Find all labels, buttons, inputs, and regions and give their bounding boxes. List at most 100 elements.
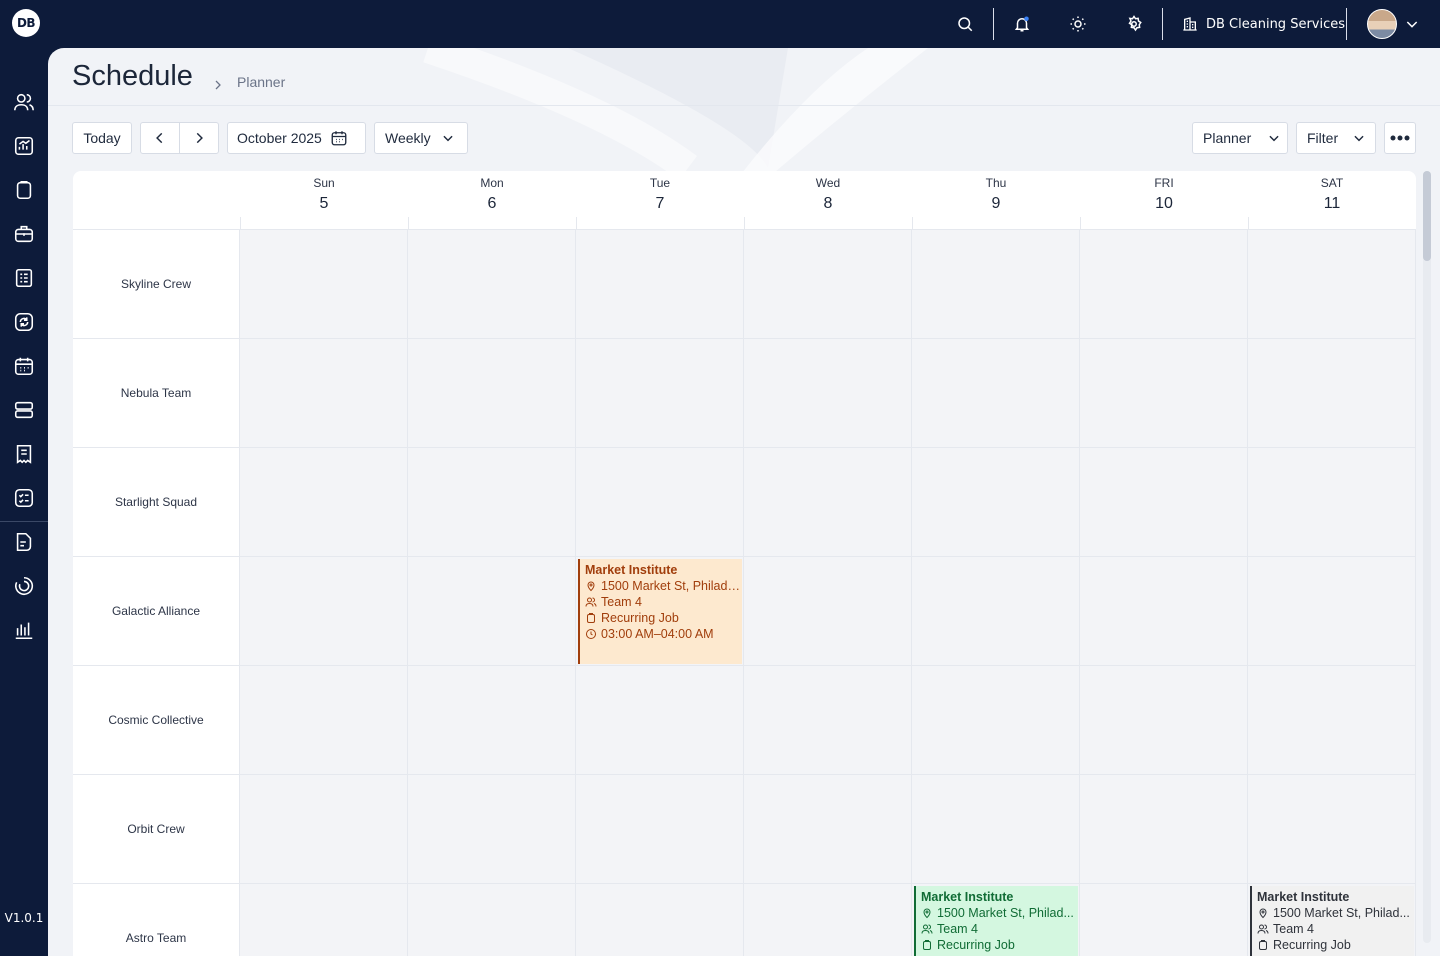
day-header[interactable]: SAT 11 <box>1248 171 1416 229</box>
schedule-cell[interactable] <box>912 666 1080 775</box>
scrollbar-track[interactable] <box>1423 171 1431 943</box>
day-number: 10 <box>1155 195 1173 212</box>
company-switcher[interactable]: DB Cleaning Services <box>1182 12 1345 36</box>
schedule-cell[interactable] <box>744 448 912 557</box>
schedule-cell[interactable] <box>408 448 576 557</box>
schedule-cell[interactable] <box>744 775 912 884</box>
team-icon <box>921 924 933 934</box>
schedule-cell[interactable] <box>408 666 576 775</box>
schedule-cell[interactable] <box>576 339 744 448</box>
bar-chart-icon[interactable] <box>12 618 36 642</box>
today-button[interactable]: Today <box>72 122 132 154</box>
sun-icon[interactable] <box>1066 12 1090 36</box>
avatar[interactable] <box>1367 9 1397 39</box>
schedule-cell[interactable] <box>240 448 408 557</box>
file-edit-icon[interactable] <box>12 530 36 554</box>
schedule-cell[interactable] <box>1248 230 1416 339</box>
day-header[interactable]: Tue 7 <box>576 171 744 229</box>
chevron-down-icon[interactable] <box>1404 16 1420 32</box>
app-logo[interactable]: DB <box>12 9 40 37</box>
checklist-icon[interactable] <box>12 486 36 510</box>
clipboard-icon <box>587 613 595 623</box>
schedule-cell[interactable] <box>240 666 408 775</box>
briefcase-icon[interactable] <box>12 222 36 246</box>
schedule-cell[interactable] <box>912 230 1080 339</box>
week-calendar: Sun 5 Mon 6 Tue 7 Wed 8 Thu 9 FRI 10 SAT 11 Skyline Cr… <box>73 171 1416 956</box>
refresh-icon[interactable] <box>12 310 36 334</box>
event-card[interactable]: Market Institute 1500 Market St, Philadel… <box>578 559 742 664</box>
breadcrumb[interactable]: Planner <box>237 74 285 90</box>
gear-icon[interactable] <box>1122 12 1146 36</box>
schedule-cell[interactable] <box>1080 448 1248 557</box>
server-icon[interactable] <box>12 398 36 422</box>
schedule-cell[interactable] <box>1248 448 1416 557</box>
view-select[interactable]: Weekly <box>374 122 468 154</box>
day-name: Wed <box>815 176 841 190</box>
schedule-cell[interactable] <box>576 666 744 775</box>
schedule-cell[interactable] <box>576 884 744 956</box>
schedule-cell[interactable] <box>744 557 912 666</box>
prev-week-button[interactable] <box>140 122 180 154</box>
schedule-cell[interactable] <box>1080 557 1248 666</box>
day-header[interactable]: Wed 8 <box>744 171 912 229</box>
document-list-icon[interactable] <box>12 266 36 290</box>
schedule-cell[interactable] <box>912 775 1080 884</box>
clipboard-icon[interactable] <box>12 178 36 202</box>
planner-select[interactable]: Planner <box>1192 122 1288 154</box>
filter-select[interactable]: Filter <box>1296 122 1376 154</box>
event-team-text: Team 4 <box>1273 922 1314 936</box>
day-header[interactable]: FRI 10 <box>1080 171 1248 229</box>
receipt-icon[interactable] <box>12 442 36 466</box>
schedule-cell[interactable] <box>744 884 912 956</box>
schedule-cell[interactable] <box>408 230 576 339</box>
calendar-icon[interactable] <box>12 354 36 378</box>
schedule-cell[interactable] <box>744 666 912 775</box>
schedule-cell[interactable] <box>744 230 912 339</box>
analytics-icon[interactable] <box>12 134 36 158</box>
more-options-button[interactable] <box>1384 122 1416 154</box>
schedule-cell[interactable] <box>408 884 576 956</box>
day-name: FRI <box>1154 176 1174 190</box>
clipboard-icon <box>923 940 931 950</box>
schedule-cell[interactable] <box>1080 230 1248 339</box>
schedule-cell[interactable] <box>408 339 576 448</box>
schedule-cell[interactable] <box>240 230 408 339</box>
event-card[interactable]: Market Institute 1500 Market St, Philad..… <box>1250 886 1414 956</box>
next-week-button[interactable] <box>179 122 219 154</box>
day-header[interactable]: Mon 6 <box>408 171 576 229</box>
schedule-cell[interactable] <box>240 775 408 884</box>
schedule-cell[interactable] <box>1080 775 1248 884</box>
schedule-cell[interactable] <box>1248 339 1416 448</box>
month-picker[interactable]: October 2025 <box>227 122 366 154</box>
schedule-cell[interactable] <box>576 775 744 884</box>
day-header[interactable]: Thu 9 <box>912 171 1080 229</box>
schedule-cell[interactable] <box>1080 666 1248 775</box>
schedule-cell[interactable] <box>576 230 744 339</box>
schedule-cell[interactable] <box>1248 557 1416 666</box>
day-header[interactable]: Sun 5 <box>240 171 408 229</box>
event-card[interactable]: Market Institute 1500 Market St, Philad..… <box>914 886 1078 956</box>
schedule-cell[interactable] <box>240 339 408 448</box>
scrollbar-thumb[interactable] <box>1423 171 1431 261</box>
search-icon[interactable] <box>953 12 977 36</box>
schedule-cell[interactable] <box>1080 884 1248 956</box>
schedule-cell[interactable] <box>1248 666 1416 775</box>
schedule-cell[interactable] <box>912 557 1080 666</box>
column-divider <box>912 217 913 229</box>
schedule-cell[interactable] <box>408 775 576 884</box>
schedule-cell[interactable] <box>912 448 1080 557</box>
team-icon <box>1257 924 1269 934</box>
divider <box>1162 8 1163 40</box>
schedule-cell[interactable] <box>912 339 1080 448</box>
spinner-icon[interactable] <box>12 574 36 598</box>
users-icon[interactable] <box>12 90 36 114</box>
schedule-cell[interactable] <box>744 339 912 448</box>
schedule-cell[interactable] <box>408 557 576 666</box>
schedule-cell[interactable] <box>1248 775 1416 884</box>
schedule-cell[interactable] <box>1080 339 1248 448</box>
bell-icon[interactable] <box>1010 12 1034 36</box>
schedule-cell[interactable] <box>576 448 744 557</box>
schedule-cell[interactable] <box>240 557 408 666</box>
event-title: Market Institute <box>585 563 678 577</box>
schedule-cell[interactable] <box>240 884 408 956</box>
